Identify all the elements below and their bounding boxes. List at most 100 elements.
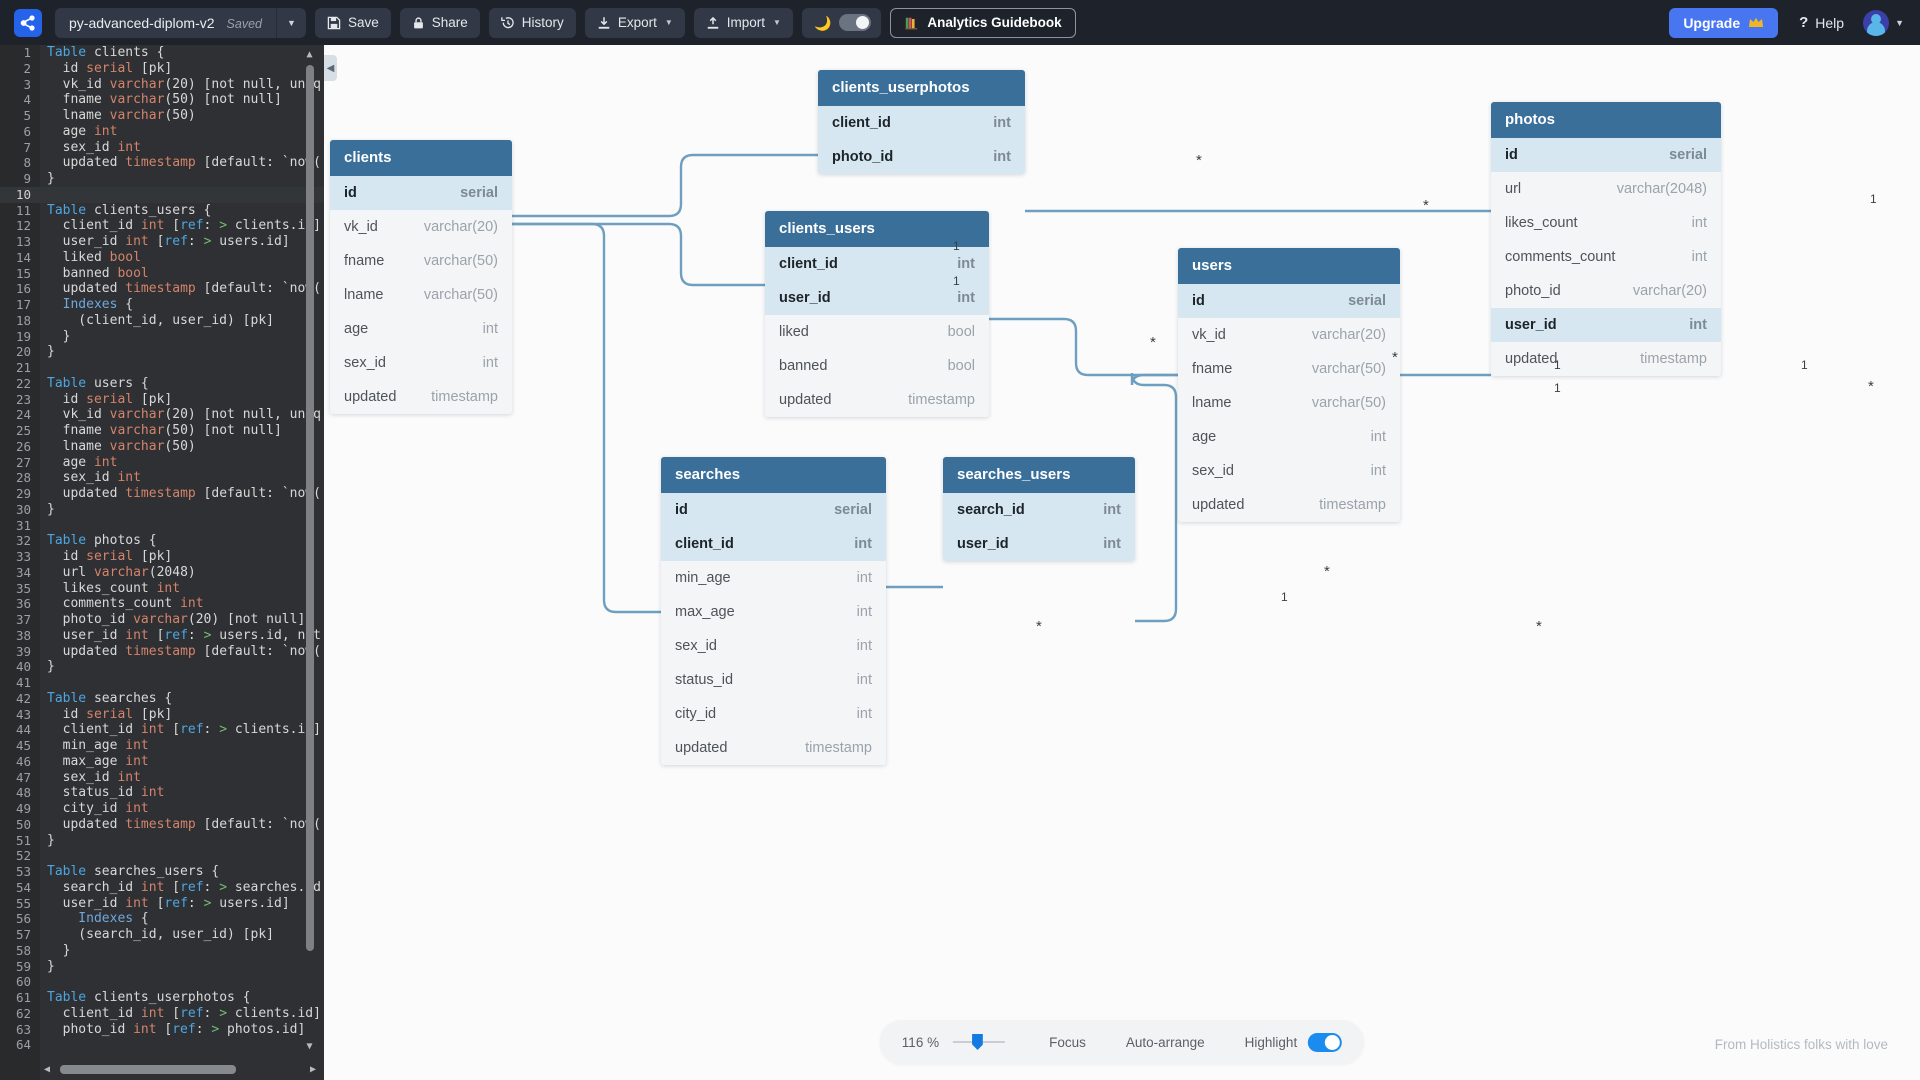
code-line[interactable]: banned bool — [40, 266, 324, 282]
table-header[interactable]: users — [1178, 248, 1400, 284]
table-row[interactable]: sex_idint — [661, 629, 886, 663]
code-line[interactable]: Table users { — [40, 376, 324, 392]
code-text-area[interactable]: Table clients { id serial [pk] vk_id var… — [40, 45, 324, 1080]
code-line[interactable]: status_id int — [40, 785, 324, 801]
horizontal-scroll-thumb[interactable] — [60, 1065, 236, 1074]
table-row[interactable]: ageint — [1178, 420, 1400, 454]
table-row[interactable]: sex_idint — [1178, 454, 1400, 488]
table-row[interactable]: vk_idvarchar(20) — [1178, 318, 1400, 352]
table-row[interactable]: updatedtimestamp — [330, 380, 512, 414]
table-row[interactable]: likedbool — [765, 315, 989, 349]
table-row[interactable]: search_idint — [943, 493, 1135, 527]
code-line[interactable] — [40, 360, 324, 376]
table-node-photos[interactable]: photosidserialurlvarchar(2048)likes_coun… — [1491, 102, 1721, 376]
app-logo[interactable] — [14, 9, 42, 37]
table-row[interactable]: lnamevarchar(50) — [1178, 386, 1400, 420]
code-line[interactable]: Table clients_users { — [40, 203, 324, 219]
code-line[interactable] — [40, 518, 324, 534]
code-line[interactable]: lname varchar(50) — [40, 439, 324, 455]
table-row[interactable]: idserial — [1491, 138, 1721, 172]
code-line[interactable] — [40, 187, 324, 203]
table-row[interactable]: updatedtimestamp — [661, 731, 886, 765]
share-button[interactable]: Share — [400, 8, 480, 38]
analytics-guidebook-button[interactable]: Analytics Guidebook — [890, 8, 1075, 38]
table-row[interactable]: min_ageint — [661, 561, 886, 595]
code-line[interactable]: age int — [40, 124, 324, 140]
code-line[interactable]: } — [40, 329, 324, 345]
editor-vertical-scrollbar[interactable]: ▲ ▼ — [305, 49, 314, 1053]
zoom-slider[interactable] — [953, 1032, 1005, 1052]
code-line[interactable]: updated timestamp [default: `now( — [40, 155, 324, 171]
code-line[interactable]: Indexes { — [40, 911, 324, 927]
file-menu-chevron-down-icon[interactable]: ▼ — [276, 8, 306, 38]
account-menu[interactable]: ▼ — [1863, 10, 1904, 36]
code-line[interactable]: photo_id int [ref: > photos.id] — [40, 1022, 324, 1038]
horizontal-scroll-track[interactable] — [54, 1065, 306, 1074]
code-line[interactable]: client_id int [ref: > clients.id] — [40, 218, 324, 234]
table-row[interactable]: max_ageint — [661, 595, 886, 629]
upgrade-button[interactable]: Upgrade — [1669, 8, 1778, 38]
table-row[interactable]: updatedtimestamp — [1491, 342, 1721, 376]
code-line[interactable]: max_age int — [40, 754, 324, 770]
code-line[interactable]: updated timestamp [default: `now( — [40, 817, 324, 833]
table-node-clients[interactable]: clientsidserialvk_idvarchar(20)fnamevarc… — [330, 140, 512, 414]
focus-button[interactable]: Focus — [1029, 1035, 1106, 1050]
code-line[interactable]: comments_count int — [40, 596, 324, 612]
table-row[interactable]: client_idint — [818, 106, 1025, 140]
table-node-clients_userphotos[interactable]: clients_userphotosclient_idintphoto_idin… — [818, 70, 1025, 174]
code-line[interactable]: search_id int [ref: > searches.id — [40, 880, 324, 896]
table-row[interactable]: city_idint — [661, 697, 886, 731]
code-line[interactable] — [40, 974, 324, 990]
code-line[interactable]: updated timestamp [default: `now( — [40, 644, 324, 660]
table-row[interactable]: fnamevarchar(50) — [1178, 352, 1400, 386]
export-button[interactable]: Export ▼ — [585, 8, 685, 38]
code-line[interactable]: } — [40, 502, 324, 518]
table-node-users[interactable]: usersidserialvk_idvarchar(20)fnamevarcha… — [1178, 248, 1400, 522]
code-line[interactable]: Table clients_userphotos { — [40, 990, 324, 1006]
table-row[interactable]: sex_idint — [330, 346, 512, 380]
scroll-chevron-down-icon[interactable]: ▼ — [304, 1041, 315, 1053]
code-line[interactable]: id serial [pk] — [40, 61, 324, 77]
table-row[interactable]: comments_countint — [1491, 240, 1721, 274]
table-header[interactable]: searches — [661, 457, 886, 493]
code-line[interactable]: sex_id int — [40, 770, 324, 786]
scroll-chevron-right-icon[interactable]: ▶ — [306, 1064, 320, 1075]
code-line[interactable]: user_id int [ref: > users.id, not — [40, 628, 324, 644]
code-line[interactable]: } — [40, 171, 324, 187]
user-avatar[interactable] — [1863, 10, 1889, 36]
table-row[interactable]: idserial — [330, 176, 512, 210]
table-header[interactable]: clients_userphotos — [818, 70, 1025, 106]
code-line[interactable]: sex_id int — [40, 470, 324, 486]
file-name-display[interactable]: py-advanced-diplom-v2 Saved — [55, 8, 276, 38]
code-line[interactable]: liked bool — [40, 250, 324, 266]
auto-arrange-button[interactable]: Auto-arrange — [1106, 1035, 1225, 1050]
code-line[interactable]: } — [40, 959, 324, 975]
code-line[interactable]: client_id int [ref: > clients.id] — [40, 722, 324, 738]
editor-horizontal-scrollbar[interactable]: ◀ ▶ — [40, 1063, 320, 1076]
table-row[interactable]: updatedtimestamp — [1178, 488, 1400, 522]
code-line[interactable]: } — [40, 659, 324, 675]
table-row[interactable]: likes_countint — [1491, 206, 1721, 240]
code-line[interactable]: city_id int — [40, 801, 324, 817]
code-line[interactable]: min_age int — [40, 738, 324, 754]
table-row[interactable]: lnamevarchar(50) — [330, 278, 512, 312]
code-line[interactable]: (search_id, user_id) [pk] — [40, 927, 324, 943]
code-line[interactable] — [40, 848, 324, 864]
code-line[interactable]: vk_id varchar(20) [not null, uniq — [40, 77, 324, 93]
vertical-scroll-thumb[interactable] — [306, 65, 314, 951]
code-line[interactable]: Table searches_users { — [40, 864, 324, 880]
code-line[interactable]: vk_id varchar(20) [not null, uniq — [40, 407, 324, 423]
code-line[interactable]: } — [40, 943, 324, 959]
code-line[interactable]: id serial [pk] — [40, 707, 324, 723]
table-row[interactable]: ageint — [330, 312, 512, 346]
code-line[interactable]: } — [40, 833, 324, 849]
code-line[interactable]: } — [40, 344, 324, 360]
dark-mode-toggle[interactable] — [839, 14, 871, 31]
code-line[interactable]: fname varchar(50) [not null] — [40, 423, 324, 439]
dark-mode-toggle-group[interactable]: 🌙 — [802, 8, 881, 38]
code-line[interactable]: likes_count int — [40, 581, 324, 597]
file-name-group[interactable]: py-advanced-diplom-v2 Saved ▼ — [55, 8, 306, 38]
diagram-canvas[interactable]: clientsidserialvk_idvarchar(20)fnamevarc… — [324, 45, 1920, 1080]
table-header[interactable]: searches_users — [943, 457, 1135, 493]
table-row[interactable]: user_idint — [943, 527, 1135, 561]
